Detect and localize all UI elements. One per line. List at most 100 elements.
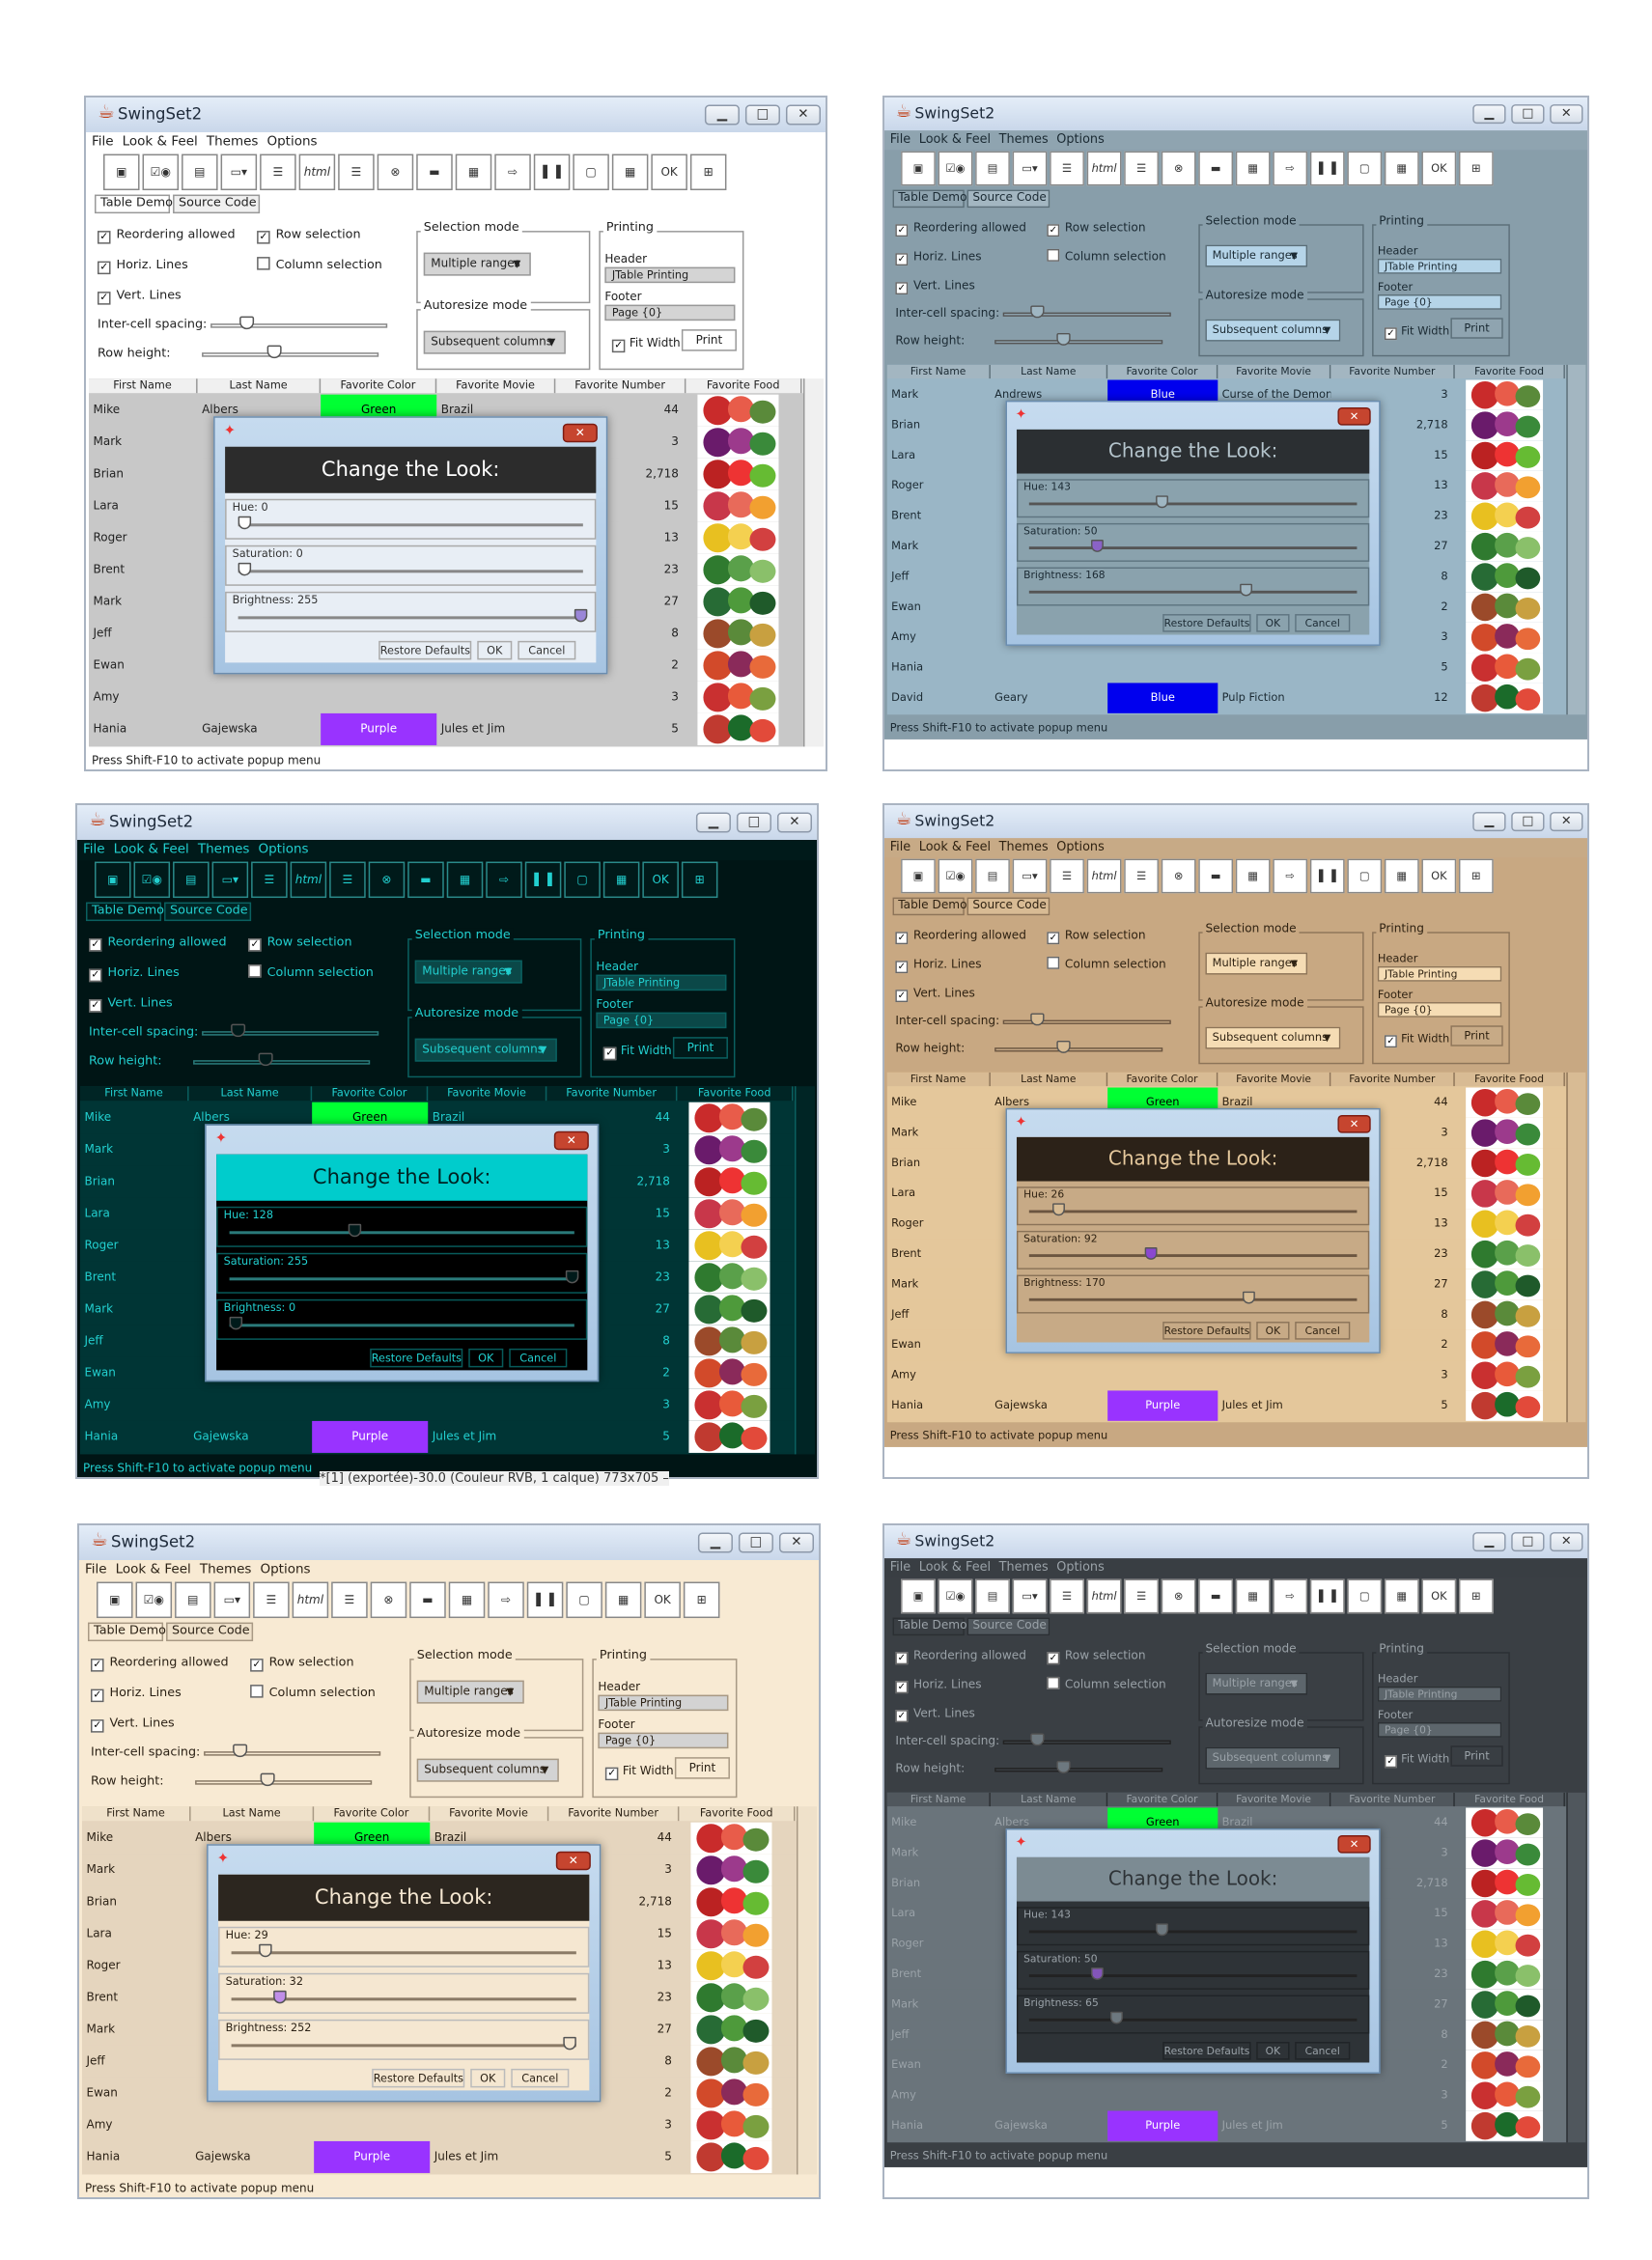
column-header[interactable]: First Name (887, 364, 991, 379)
checkbox-radio-icon[interactable]: ☑◉ (938, 1578, 973, 1614)
internal-frame-icon[interactable]: ▣ (97, 1581, 133, 1619)
cancel-button[interactable]: Cancel (1295, 1322, 1351, 1340)
horiz-lines-checkbox[interactable]: ✓ Horiz. Lines (895, 956, 982, 975)
file-chooser-icon[interactable]: ☰ (1050, 151, 1084, 186)
tabbed-pane-icon[interactable]: ▢ (1347, 1578, 1383, 1614)
ok-button[interactable]: OK (468, 1348, 504, 1368)
autoresize-mode-combo[interactable]: Subsequent columns ▼ (1205, 1746, 1341, 1770)
tooltip-icon[interactable]: OK (1421, 151, 1457, 186)
color-chooser-icon[interactable]: ▤ (975, 151, 1010, 186)
slider-track[interactable] (202, 352, 379, 357)
column-header[interactable]: First Name (887, 1072, 991, 1087)
maximize-button[interactable]: □ (1511, 104, 1545, 125)
dialog-close-button[interactable]: ✕ (1337, 1115, 1371, 1133)
minimize-button[interactable]: ▁ (1472, 1532, 1506, 1552)
split-pane-icon[interactable]: ▌▐ (524, 861, 562, 899)
vertical-scrollbar[interactable] (796, 1806, 817, 2175)
file-chooser-icon[interactable]: ☰ (1050, 1578, 1084, 1614)
minimize-button[interactable]: ▁ (1472, 104, 1506, 125)
print-button[interactable]: Print (681, 329, 737, 351)
column-selection-checkbox[interactable]: Column selection (250, 1684, 376, 1704)
row-selection-checkbox[interactable]: ✓ Row selection (1047, 219, 1146, 238)
tree-icon[interactable]: ⊞ (1459, 1578, 1494, 1614)
menu-options[interactable]: Options (260, 1560, 310, 1580)
autoresize-mode-combo[interactable]: Subsequent columns ▼ (423, 330, 566, 354)
slider-thumb[interactable] (1091, 540, 1105, 552)
column-selection-checkbox[interactable]: Column selection (257, 256, 382, 276)
column-header[interactable]: Last Name (198, 378, 322, 394)
html-icon[interactable]: html (1086, 858, 1122, 894)
slider-track[interactable] (1028, 1930, 1358, 1934)
table-row[interactable]: Hania 5 (886, 653, 1567, 684)
slider-track[interactable] (195, 1780, 373, 1785)
menu-look-feel[interactable]: Look & Feel (919, 1558, 991, 1577)
combobox-icon[interactable]: ▭▾ (211, 861, 249, 899)
progress-bar-icon[interactable]: ▬ (1198, 151, 1234, 186)
footer-field[interactable]: Page {0} (598, 1732, 729, 1749)
checkbox-radio-icon[interactable]: ☑◉ (938, 151, 973, 186)
column-selection-checkbox[interactable]: Column selection (1047, 956, 1166, 975)
column-header[interactable]: First Name (82, 1806, 191, 1822)
column-header[interactable]: Favorite Food (1455, 364, 1565, 379)
scroll-pane-icon[interactable]: ▦ (455, 153, 492, 191)
combobox-icon[interactable]: ▭▾ (220, 153, 258, 191)
tab-source-code[interactable]: Source Code (166, 1622, 254, 1642)
html-icon[interactable]: html (1086, 1578, 1122, 1614)
color-chooser-icon[interactable]: ▤ (173, 861, 210, 899)
color-chooser-icon[interactable]: ▤ (975, 858, 1010, 894)
checkbox-radio-icon[interactable]: ☑◉ (133, 861, 171, 899)
progress-bar-icon[interactable]: ▬ (409, 1581, 446, 1619)
autoresize-mode-combo[interactable]: Subsequent columns ▼ (1205, 319, 1341, 342)
menu-options[interactable]: Options (258, 840, 308, 860)
menu-themes[interactable]: Themes (999, 1558, 1049, 1577)
reordering-checkbox[interactable]: ✓ Reordering allowed (89, 933, 227, 953)
slider-track[interactable] (994, 1768, 1163, 1772)
tabbed-pane-icon[interactable]: ▢ (1347, 858, 1383, 894)
html-icon[interactable]: html (1086, 151, 1122, 186)
menu-themes[interactable]: Themes (999, 838, 1049, 857)
html-icon[interactable]: html (292, 1581, 329, 1619)
option-pane-icon[interactable]: ⊗ (377, 153, 414, 191)
checkbox-radio-icon[interactable]: ☑◉ (135, 1581, 173, 1619)
close-button[interactable]: ✕ (778, 1532, 814, 1553)
slider-icon[interactable]: ⇨ (494, 153, 531, 191)
split-pane-icon[interactable]: ▌▐ (1309, 151, 1345, 186)
table-row[interactable]: Amy 3 (82, 2108, 797, 2141)
horiz-lines-checkbox[interactable]: ✓ Horiz. Lines (98, 256, 188, 276)
slider-thumb[interactable] (1110, 2011, 1124, 2024)
scroll-pane-icon[interactable]: ▦ (446, 861, 484, 899)
vert-lines-checkbox[interactable]: ✓ Vert. Lines (895, 276, 975, 295)
tabbed-pane-icon[interactable]: ▢ (1347, 151, 1383, 186)
column-header[interactable]: Last Name (991, 1072, 1108, 1087)
selection-mode-combo[interactable]: Multiple ranges ▼ (1205, 952, 1308, 975)
menu-options[interactable]: Options (266, 132, 317, 153)
tooltip-icon[interactable]: OK (1421, 1578, 1457, 1614)
slider-track[interactable] (1028, 1254, 1358, 1258)
internal-frame-icon[interactable]: ▣ (901, 151, 936, 186)
tab-source-code[interactable]: Source Code (966, 897, 1050, 916)
close-button[interactable]: ✕ (1550, 812, 1583, 832)
checkbox-radio-icon[interactable]: ☑◉ (142, 153, 180, 191)
vert-lines-checkbox[interactable]: ✓ Vert. Lines (895, 984, 975, 1003)
color-chooser-icon[interactable]: ▤ (182, 153, 218, 191)
scroll-pane-icon[interactable]: ▦ (448, 1581, 486, 1619)
print-button[interactable]: Print (674, 1757, 730, 1779)
restore-defaults-button[interactable]: Restore Defaults (370, 1348, 463, 1368)
vert-lines-checkbox[interactable]: ✓ Vert. Lines (91, 1714, 175, 1734)
dialog-close-button[interactable]: ✕ (553, 1130, 589, 1151)
scroll-pane-icon[interactable]: ▦ (1235, 858, 1271, 894)
selection-mode-combo[interactable]: Multiple ranges ▼ (423, 252, 531, 276)
menu-options[interactable]: Options (1056, 130, 1105, 150)
cancel-button[interactable]: Cancel (518, 640, 576, 660)
ok-button[interactable]: OK (477, 640, 513, 660)
column-header[interactable]: First Name (80, 1086, 189, 1102)
slider-thumb[interactable] (238, 516, 252, 530)
slider-thumb[interactable] (563, 2036, 577, 2051)
slider-track[interactable] (1028, 1974, 1358, 1978)
option-pane-icon[interactable]: ⊗ (368, 861, 406, 899)
slider-track[interactable] (1028, 2018, 1358, 2022)
ok-button[interactable]: OK (1256, 2042, 1290, 2060)
list-icon[interactable]: ☰ (329, 861, 366, 899)
slider-thumb[interactable] (1144, 1247, 1158, 1260)
slider-track[interactable] (204, 1751, 381, 1756)
